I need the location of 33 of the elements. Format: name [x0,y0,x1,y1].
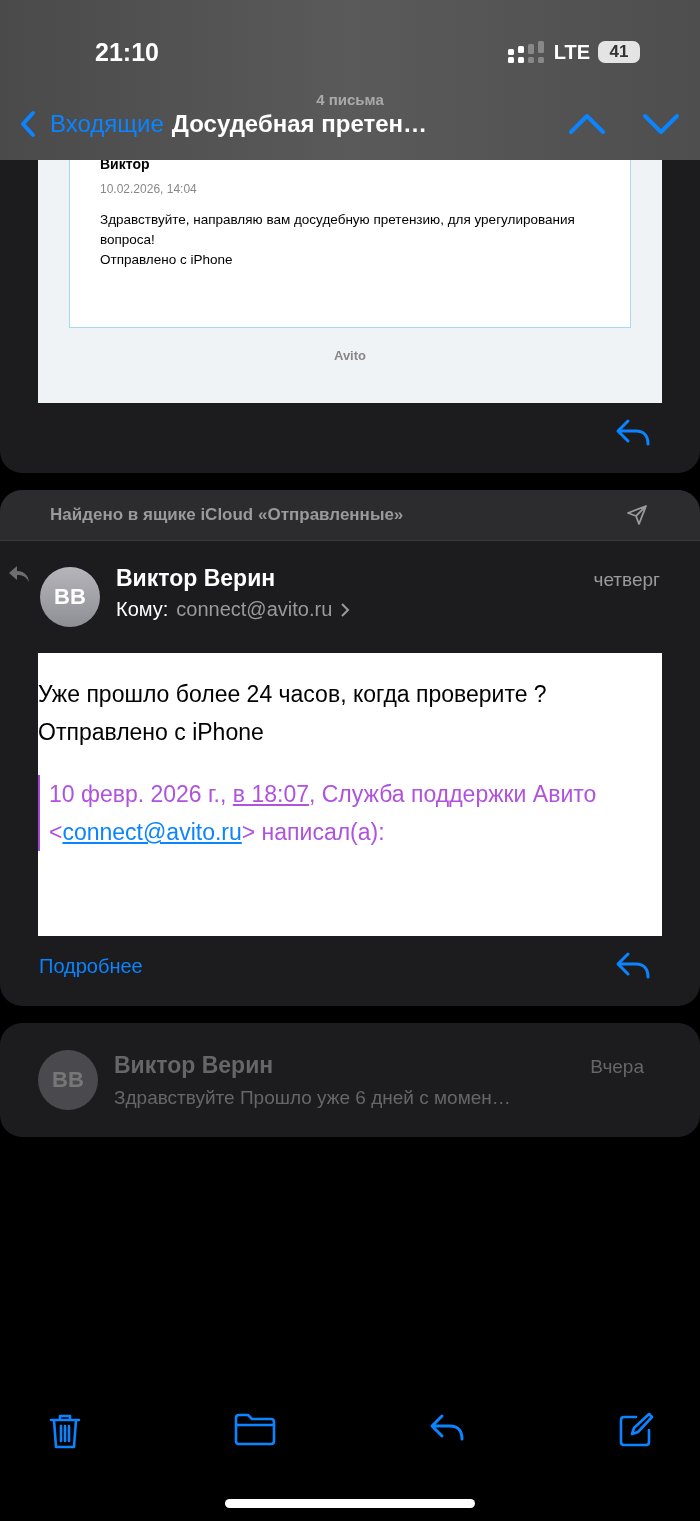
trash-icon[interactable] [48,1412,82,1450]
body-text: Отправлено с iPhone [38,718,265,747]
sender-name: Виктор Верин [116,565,276,592]
battery-level: 41 [598,41,640,63]
sender-name: Виктор [100,156,151,172]
avatar: ВВ [40,567,100,627]
sent-date: 10.02.2026, 14:04 [100,182,198,196]
send-icon [626,504,648,526]
message-count: 4 письма [316,91,384,108]
footer-text: Avito [334,348,366,363]
subject-title: Досудебная претен… [171,110,428,138]
recipient-address[interactable]: connect@avito.ru [176,598,333,621]
time-link[interactable]: в 18:07 [232,781,309,807]
network-type: LTE [553,40,590,64]
message-date: Вчера [590,1055,644,1078]
back-button[interactable]: Входящие [20,110,164,138]
body-text: Здравствуйте, направляю вам досудебную претензию, для урегулирования вопроса! [100,211,576,249]
body-text: Отправлено с iPhone [100,251,234,269]
recipient-label: Кому: [116,598,169,621]
folder-icon[interactable] [234,1412,276,1446]
chevron-icon[interactable] [340,601,351,618]
replied-icon [8,565,30,583]
mailbox-label: Найдено в ящике iCloud «Отправленные» [50,505,404,525]
email-link[interactable]: connect@avito.ru [62,819,242,845]
signal-icon [507,41,546,63]
message-preview[interactable]: Здравствуйте Прошло уже 6 дней с момен… [114,1086,644,1109]
body-text: Уже прошло более 24 часов, когда проверите ? [38,680,548,709]
quote-header: 10 февр. 2026 г., в 18:07, Служба поддержки Авито <connect@avito.ru> написал(а): [38,775,662,851]
sender-name[interactable]: Виктор Верин [114,1051,274,1079]
compose-icon[interactable] [618,1412,654,1448]
clock: 21:10 [95,37,159,67]
message-date: четверг [593,569,660,591]
more-link[interactable]: Подробнее [39,954,143,978]
